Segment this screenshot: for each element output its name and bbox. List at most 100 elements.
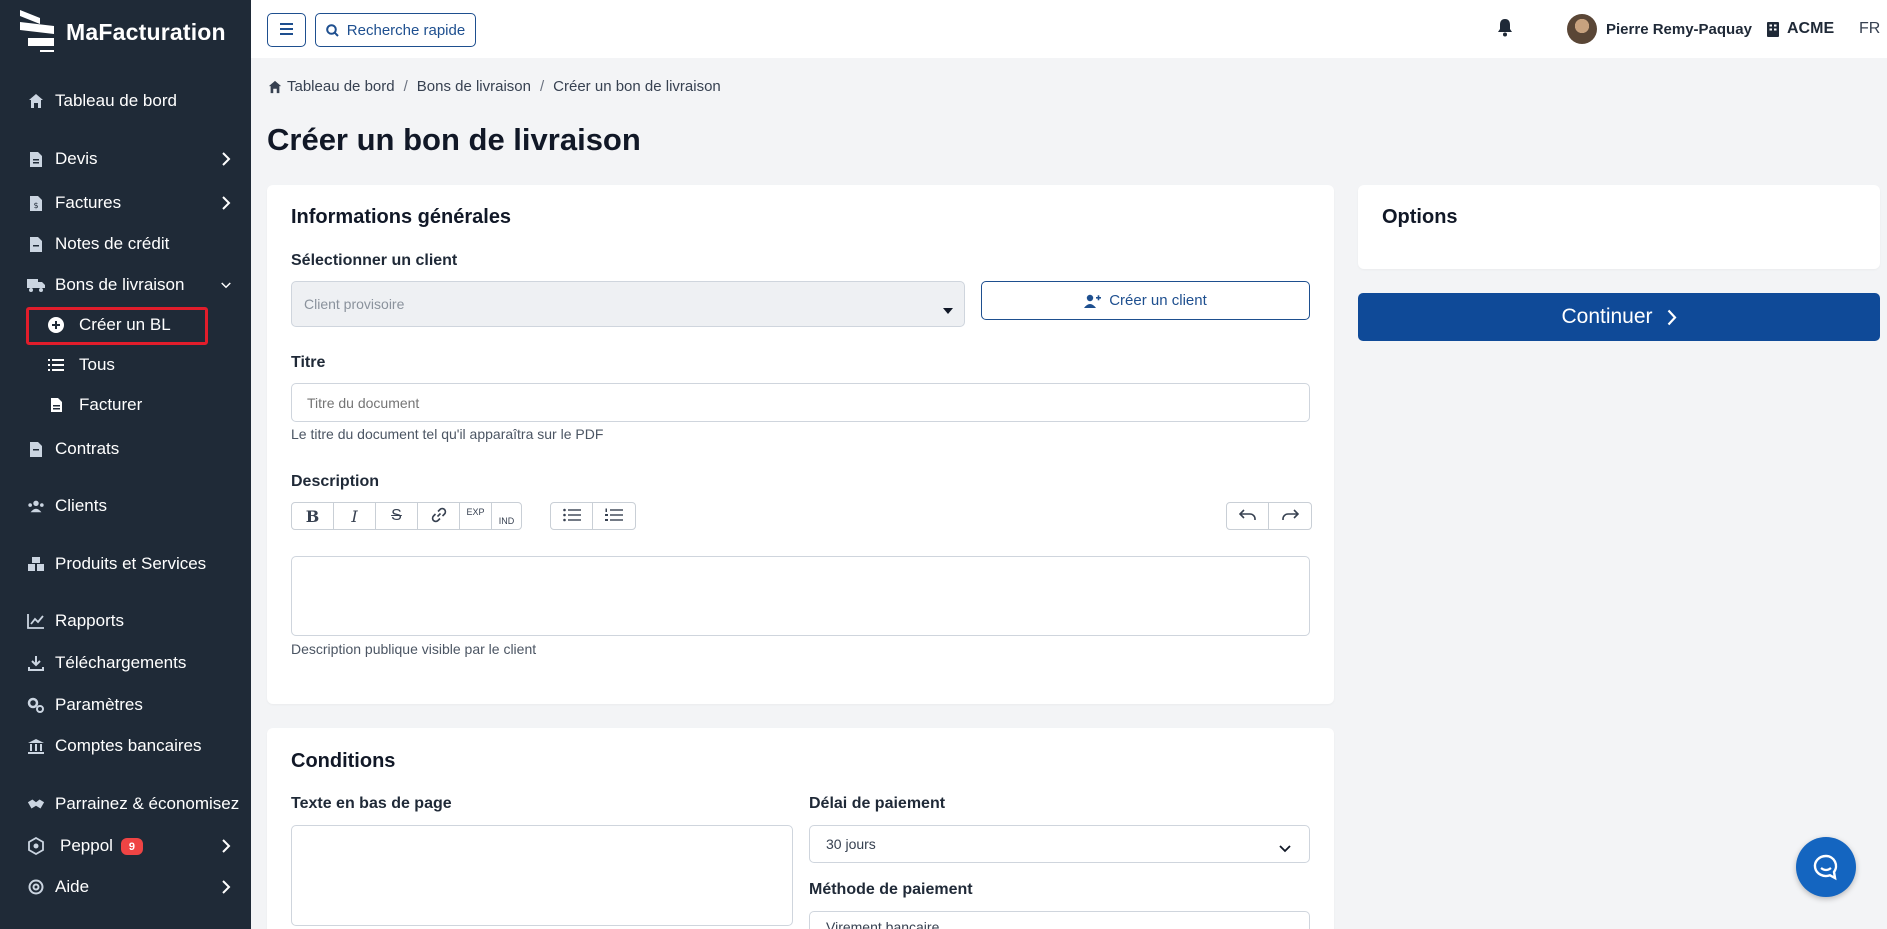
subscript-button[interactable]: IND — [492, 503, 521, 529]
numbered-list-button[interactable] — [593, 503, 635, 529]
menu-toggle-button[interactable] — [267, 13, 306, 47]
breadcrumb-link-delivery-notes[interactable]: Bons de livraison — [417, 78, 531, 95]
sidebar-item-products[interactable]: Produits et Services — [0, 546, 251, 582]
app-logo[interactable]: MaFacturation — [18, 8, 226, 56]
title-input[interactable] — [291, 383, 1310, 422]
strikethrough-icon: S — [391, 507, 402, 524]
payment-method-value: Virement bancaire — [826, 919, 940, 929]
bullet-list-button[interactable] — [551, 503, 593, 529]
sidebar-subitem-label: Tous — [79, 355, 115, 374]
sidebar-subitem-label: Créer un BL — [79, 315, 171, 334]
payment-delay-select[interactable]: 30 jours — [809, 825, 1310, 863]
sidebar-item-bank-accounts[interactable]: Comptes bancaires — [0, 728, 251, 764]
page-title: Créer un bon de livraison — [267, 122, 641, 157]
sidebar-item-downloads[interactable]: Téléchargements — [0, 645, 251, 681]
breadcrumb-separator: / — [540, 78, 545, 95]
plus-circle-icon — [47, 316, 65, 334]
sidebar-item-reports[interactable]: Rapports — [0, 603, 251, 639]
chevron-down-icon — [1279, 840, 1291, 856]
truck-icon — [27, 276, 45, 294]
create-client-button[interactable]: Créer un client — [981, 281, 1310, 320]
sidebar-item-settings[interactable]: Paramètres — [0, 687, 251, 723]
sidebar-subitem-invoice[interactable]: Facturer — [0, 387, 251, 423]
sidebar-item-label: Parrainez & économisez — [55, 794, 240, 813]
file-icon — [47, 396, 65, 414]
link-icon — [431, 507, 447, 526]
italic-icon: I — [351, 506, 358, 526]
sidebar-item-dashboard[interactable]: Tableau de bord — [0, 83, 251, 119]
create-client-label: Créer un client — [1109, 292, 1207, 309]
sidebar-item-help[interactable]: Aide — [0, 869, 251, 905]
bold-icon: B — [305, 506, 320, 526]
home-icon — [268, 80, 282, 94]
sidebar-item-devis[interactable]: Devis — [0, 141, 251, 177]
continue-button[interactable]: Continuer — [1358, 293, 1880, 341]
app-name: MaFacturation — [66, 18, 226, 45]
redo-button[interactable] — [1269, 503, 1311, 529]
sidebar-item-clients[interactable]: Clients — [0, 488, 251, 524]
chevron-right-icon — [1667, 309, 1677, 326]
list-toolbar — [550, 502, 636, 530]
sidebar-item-label: Bons de livraison — [55, 275, 185, 294]
client-select-value: Client provisoire — [304, 296, 405, 312]
handshake-icon — [27, 795, 45, 813]
company-switcher[interactable]: ACME — [1767, 0, 1834, 58]
building-icon — [1767, 21, 1779, 37]
payment-delay-label: Délai de paiement — [809, 795, 946, 812]
general-info-title: Informations générales — [291, 206, 512, 228]
superscript-button[interactable]: EXP — [460, 503, 492, 529]
chevron-down-icon — [221, 280, 231, 290]
bell-icon — [1496, 18, 1514, 41]
sidebar-subitem-create-bl[interactable]: Créer un BL — [0, 307, 251, 343]
sidebar-item-referral[interactable]: Parrainez & économisez — [0, 786, 251, 822]
continue-label: Continuer — [1561, 305, 1653, 328]
sidebar-item-label: Contrats — [55, 439, 120, 458]
italic-button[interactable]: I — [334, 503, 376, 529]
user-plus-icon — [1084, 294, 1102, 308]
sidebar-item-label: Notes de crédit — [55, 234, 170, 253]
bold-button[interactable]: B — [292, 503, 334, 529]
boxes-icon — [27, 555, 45, 573]
chat-support-button[interactable] — [1796, 837, 1856, 897]
title-label: Titre — [291, 354, 326, 371]
footer-textarea[interactable] — [291, 825, 793, 926]
sidebar-item-label: Paramètres — [55, 695, 143, 714]
user-name: Pierre Remy-Paquay — [1606, 20, 1752, 38]
history-toolbar — [1226, 502, 1312, 530]
breadcrumb-current: Créer un bon de livraison — [553, 78, 721, 95]
list-icon — [47, 356, 65, 374]
language-switcher[interactable]: FR — [1859, 0, 1880, 58]
sidebar-item-delivery-notes[interactable]: Bons de livraison — [0, 267, 251, 303]
users-icon — [27, 497, 45, 515]
sidebar: MaFacturation Tableau de bord Devis $ Fa… — [0, 0, 251, 929]
chevron-right-icon — [221, 196, 231, 210]
breadcrumb-link-dashboard[interactable]: Tableau de bord — [287, 78, 395, 95]
logo-icon — [18, 8, 58, 57]
topbar: Recherche rapide Pierre Remy-Paquay ACME… — [251, 0, 1887, 58]
client-select[interactable]: Client provisoire — [291, 281, 965, 327]
footer-text-label: Texte en bas de page — [291, 795, 452, 812]
notifications-button[interactable] — [1496, 0, 1514, 58]
user-menu[interactable]: Pierre Remy-Paquay — [1567, 0, 1752, 58]
sidebar-subitem-all[interactable]: Tous — [0, 347, 251, 383]
redo-icon — [1281, 508, 1300, 524]
sidebar-item-factures[interactable]: $ Factures — [0, 185, 251, 221]
description-editor[interactable] — [291, 556, 1310, 636]
link-button[interactable] — [418, 503, 460, 529]
undo-button[interactable] — [1227, 503, 1269, 529]
payment-delay-value: 30 jours — [826, 836, 876, 852]
quick-search-button[interactable]: Recherche rapide — [315, 13, 476, 47]
sidebar-item-credit-notes[interactable]: Notes de crédit — [0, 226, 251, 262]
sidebar-item-label: Produits et Services — [55, 554, 207, 573]
home-icon — [27, 92, 45, 110]
document-icon — [27, 235, 45, 253]
sidebar-item-peppol[interactable]: Peppol 9 — [0, 828, 251, 864]
chart-line-icon — [27, 612, 45, 630]
hamburger-icon — [280, 22, 293, 39]
payment-method-select[interactable]: Virement bancaire — [809, 911, 1310, 929]
sidebar-item-contracts[interactable]: Contrats — [0, 431, 251, 467]
conditions-title: Conditions — [291, 750, 396, 772]
strikethrough-button[interactable]: S — [376, 503, 418, 529]
caret-down-icon — [943, 301, 953, 317]
document-icon — [27, 150, 45, 168]
